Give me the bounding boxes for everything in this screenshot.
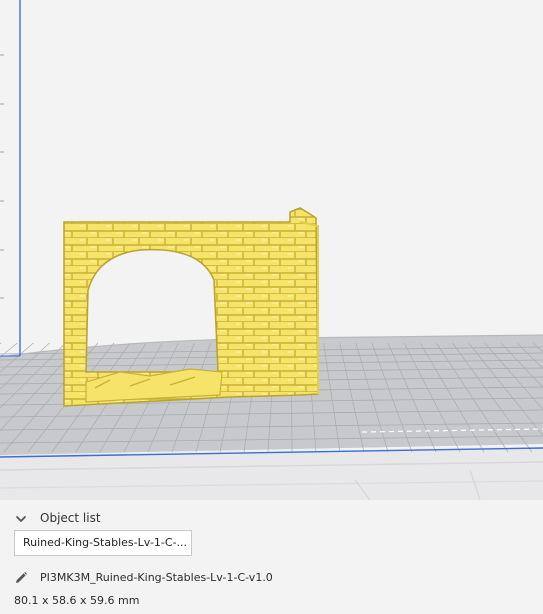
model-dimensions: 80.1 x 58.6 x 59.6 mm — [14, 594, 140, 607]
object-list-selected[interactable]: Ruined-King-Stables-Lv-1-C-... — [14, 530, 192, 556]
edge-ticks — [0, 54, 4, 299]
3d-viewport[interactable] — [0, 0, 543, 500]
model-file-name: PI3MK3M_Ruined-King-Stables-Lv-1-C-v1.0 — [40, 570, 273, 584]
object-panel: Object list Ruined-King-Stables-Lv-1-C-.… — [0, 500, 543, 614]
object-list-label: Object list — [40, 511, 101, 525]
model-ruined-stable-wall[interactable] — [63, 207, 319, 407]
object-list-toggle[interactable]: Object list — [14, 508, 101, 528]
chevron-down-icon — [14, 511, 28, 525]
file-name-row: PI3MK3M_Ruined-King-Stables-Lv-1-C-v1.0 — [14, 569, 273, 585]
pencil-icon[interactable] — [14, 570, 28, 584]
